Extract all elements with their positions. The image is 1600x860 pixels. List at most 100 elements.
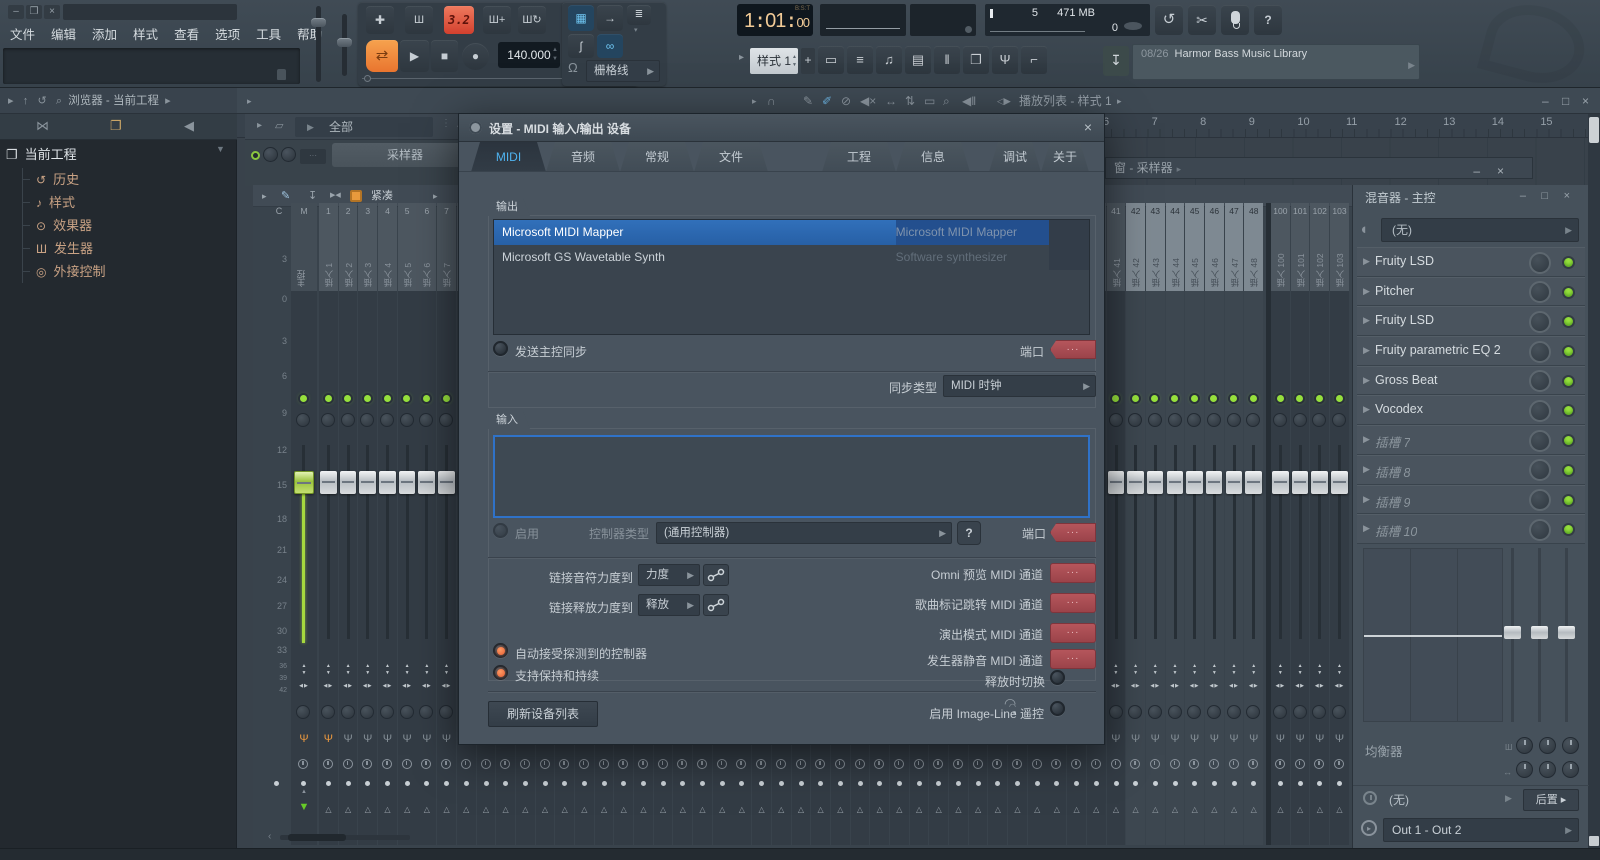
strip-clock-icon[interactable]	[1130, 759, 1140, 769]
app-restore-button[interactable]: ❐	[26, 5, 42, 19]
strip-dot-icon[interactable]	[523, 781, 528, 786]
channel-rack-titlebar[interactable]: 窗 - 采样器▸ – ×	[1105, 157, 1533, 179]
strip-updown-icon[interactable]: ▲▼	[1244, 663, 1263, 677]
strip-fader-handle[interactable]	[340, 471, 357, 494]
effect-slot[interactable]: ▶ Fruity parametric EQ 2	[1357, 336, 1585, 366]
strip-pan-knob[interactable]	[1273, 413, 1287, 427]
strip-pan-knob[interactable]	[1332, 413, 1346, 427]
strip-stereo-knob[interactable]	[1168, 705, 1182, 719]
input-enable-radio[interactable]	[493, 523, 508, 538]
browser-tab-plugins-icon[interactable]: ⋈	[36, 118, 49, 134]
strip-fader-handle[interactable]	[1186, 471, 1203, 494]
strip-leftright-icon[interactable]: ◀▶	[1107, 683, 1126, 689]
playlist-maximize-button[interactable]: □	[1562, 88, 1569, 114]
strip-route-icon[interactable]: △	[792, 805, 811, 814]
strip-clock-icon[interactable]	[796, 759, 806, 769]
strip-updown-icon[interactable]: ▲▼	[1310, 663, 1329, 677]
strip-stereo-knob[interactable]	[360, 705, 374, 719]
news-arrow-icon[interactable]: ▶	[1408, 58, 1415, 73]
spectrum-panel[interactable]	[910, 4, 976, 36]
strip-route-icon[interactable]: △	[1271, 805, 1290, 814]
browser-tab-audio-icon[interactable]: ◀	[184, 118, 194, 134]
strip-leftright-icon[interactable]: ◀▶	[339, 683, 358, 689]
download-button[interactable]: ↧	[1103, 46, 1129, 76]
strip-dot-icon[interactable]	[700, 781, 705, 786]
performance-mode-channel-box[interactable]: ···	[1050, 623, 1096, 643]
strip-led[interactable]	[1316, 395, 1323, 402]
strip-route-icon[interactable]: △	[870, 805, 889, 814]
slot-arrow-icon[interactable]: ▶	[1363, 464, 1370, 475]
strip-route-icon[interactable]: △	[1185, 805, 1204, 814]
pattern-selector[interactable]: 样式 1▲▼	[750, 48, 798, 74]
master-plugin-icon[interactable]: Ψ	[291, 733, 317, 745]
strip-clock-icon[interactable]	[1229, 759, 1239, 769]
strip-dot-icon[interactable]	[562, 781, 567, 786]
strip-route-icon[interactable]: △	[1146, 805, 1165, 814]
eq-band1-handle[interactable]	[1504, 626, 1521, 639]
strip-updown-icon[interactable]: ▲▼	[1225, 663, 1244, 677]
mixer-strip[interactable]: 41 插入 41 ▲▼ ◀▶ Ψ △	[1107, 203, 1126, 845]
strip-plugin-icon[interactable]: Ψ	[1310, 733, 1329, 745]
slot-plugin-name[interactable]: Vocodex	[1375, 402, 1423, 416]
refresh-device-list-button[interactable]: 刷新设备列表	[488, 701, 598, 727]
strip-dot-icon[interactable]	[641, 781, 646, 786]
slot-plugin-name[interactable]: Gross Beat	[1375, 373, 1438, 387]
send-master-sync-radio[interactable]	[493, 341, 508, 356]
strip-clock-icon[interactable]	[520, 759, 530, 769]
strip-dot-icon[interactable]	[720, 781, 725, 786]
strip-dot-icon[interactable]	[1094, 781, 1099, 786]
effect-slot[interactable]: ▶ Fruity LSD	[1357, 247, 1585, 277]
strip-dot-icon[interactable]	[484, 781, 489, 786]
strip-leftright-icon[interactable]: ◀▶	[378, 683, 397, 689]
strip-clock-icon[interactable]	[1275, 759, 1285, 769]
metronome-headphones-icon[interactable]: Ω	[568, 60, 578, 75]
strip-route-icon[interactable]: △	[673, 805, 692, 814]
mixer-strip[interactable]: 48 插入 48 ▲▼ ◀▶ Ψ △	[1244, 203, 1263, 845]
strip-dot-icon[interactable]	[936, 781, 941, 786]
strip-led[interactable]	[1296, 395, 1303, 402]
strip-plugin-icon[interactable]: Ψ	[1271, 733, 1290, 745]
wait-input-button[interactable]: Ш+	[483, 6, 511, 34]
snap-magnet-icon[interactable]: ∩	[767, 88, 776, 114]
strip-pan-knob[interactable]	[341, 413, 355, 427]
window-toggle-button[interactable]	[934, 46, 960, 74]
strip-updown-icon[interactable]: ▲▼	[437, 663, 456, 677]
strip-route-icon[interactable]: △	[437, 805, 456, 814]
strip-fader-handle[interactable]	[418, 471, 435, 494]
strip-stereo-knob[interactable]	[1227, 705, 1241, 719]
master-clock-icon[interactable]	[298, 759, 308, 769]
strip-fader-handle[interactable]	[320, 471, 337, 494]
device-port-cell[interactable]	[1049, 245, 1089, 270]
channel-enable-led[interactable]	[251, 151, 260, 160]
time-fx-selector[interactable]: (无)	[1389, 791, 1409, 808]
slot-arrow-icon[interactable]: ▶	[1363, 404, 1370, 415]
rack-filter-selector[interactable]: 全部▶	[295, 117, 433, 137]
strip-updown-icon[interactable]: ▲▼	[358, 663, 377, 677]
strip-dot-icon[interactable]	[956, 781, 961, 786]
slot-plugin-name[interactable]: Pitcher	[1375, 284, 1414, 298]
strip-dot-icon[interactable]	[1337, 781, 1342, 786]
strip-clock-icon[interactable]	[1248, 759, 1258, 769]
strip-clock-icon[interactable]	[1032, 759, 1042, 769]
strip-leftright-icon[interactable]: ◀▶	[358, 683, 377, 689]
strip-route-icon[interactable]: △	[496, 805, 515, 814]
strip-pan-knob[interactable]	[419, 413, 433, 427]
strip-pan-knob[interactable]	[1187, 413, 1201, 427]
strip-pan-knob[interactable]	[1246, 413, 1260, 427]
strip-fader-handle[interactable]	[1127, 471, 1144, 494]
browser-tab-files-icon[interactable]: ❐	[110, 118, 122, 134]
slot-plugin-name[interactable]: Fruity LSD	[1375, 313, 1434, 327]
strip-dot-icon[interactable]	[1251, 781, 1256, 786]
rack-close-button[interactable]: ×	[1497, 161, 1504, 181]
strip-dot-icon[interactable]	[1054, 781, 1059, 786]
strip-clock-icon[interactable]	[402, 759, 412, 769]
sync-type-selector[interactable]: MIDI 时钟▶	[943, 375, 1096, 397]
strip-dot-icon[interactable]	[759, 781, 764, 786]
strip-clock-icon[interactable]	[1209, 759, 1219, 769]
strip-led[interactable]	[443, 395, 450, 402]
strip-route-icon[interactable]: △	[536, 805, 555, 814]
effect-slot[interactable]: ▶ 插槽 7	[1357, 425, 1585, 455]
strip-leftright-icon[interactable]: ◀▶	[1146, 683, 1165, 689]
eq-band1-slider[interactable]	[1511, 548, 1514, 722]
strip-led[interactable]	[325, 395, 332, 402]
